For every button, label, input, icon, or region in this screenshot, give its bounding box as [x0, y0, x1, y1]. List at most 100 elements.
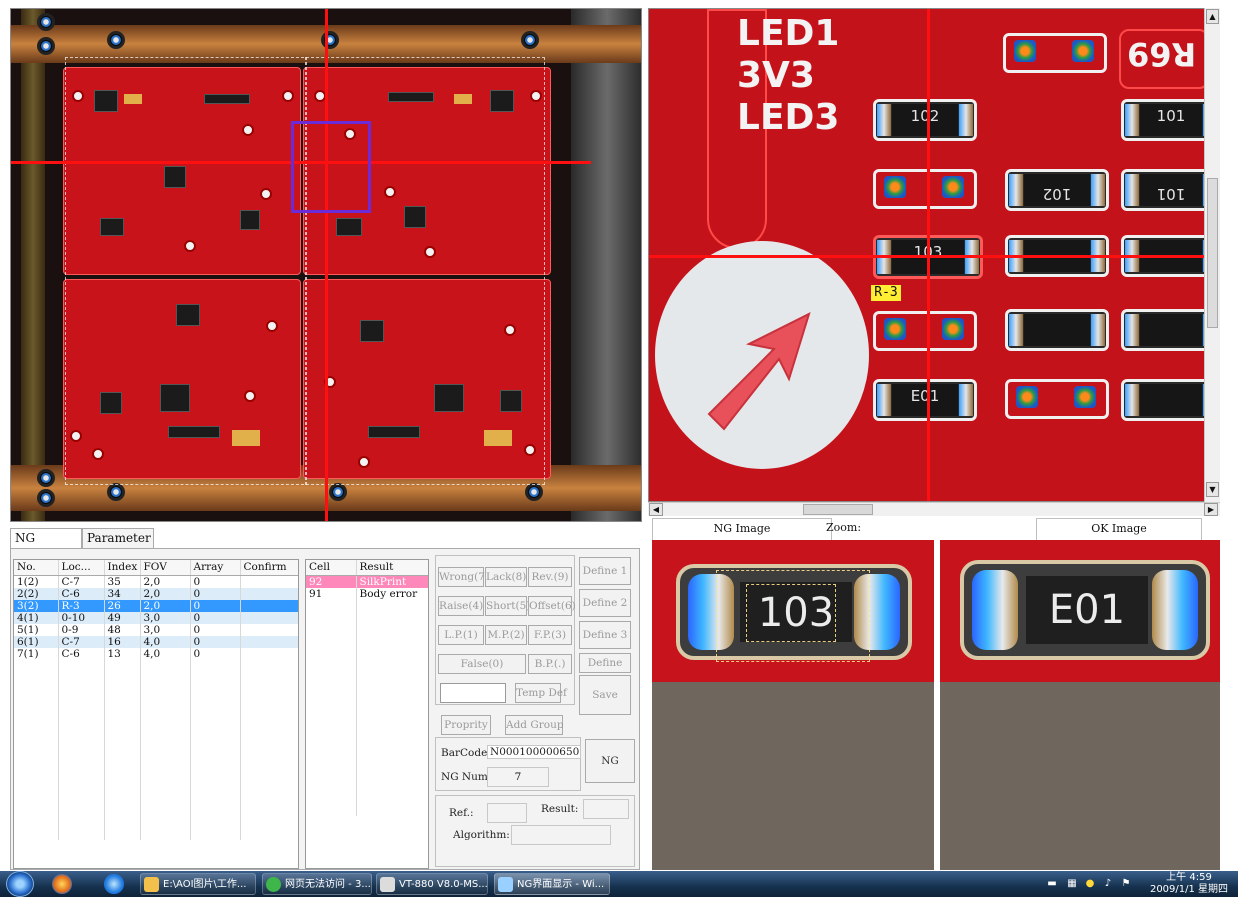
board-overview-image[interactable] — [10, 8, 642, 522]
raise-button[interactable]: Raise(4) — [438, 596, 484, 616]
component-102-rotated: 102 — [1005, 169, 1109, 211]
add-group-button[interactable]: Add Group — [505, 715, 564, 735]
temp-def-button[interactable]: Temp Def — [515, 683, 567, 703]
fiducial-mark — [37, 489, 55, 507]
cell-result-list[interactable]: Cell Result 92 SilkPrint 91 Body error — [305, 559, 429, 869]
scroll-right-icon[interactable]: ▶ — [1204, 503, 1218, 516]
short-button[interactable]: Short(5) — [485, 596, 530, 616]
clock[interactable]: 上午 4:59 2009/1/1 星期四 — [1142, 872, 1236, 896]
define-2-button[interactable]: Define 2 — [579, 589, 631, 617]
network-icon[interactable]: ▦ — [1066, 878, 1078, 890]
reference-tag: R-3 — [871, 285, 901, 301]
barcode-label: BarCode: — [441, 747, 491, 759]
save-button[interactable]: Save — [579, 675, 631, 715]
taskbar-item-vt880[interactable]: VT-880 V8.0-MS... — [376, 873, 488, 895]
tab-parameter[interactable]: Parameter — [82, 528, 154, 548]
define-3-button[interactable]: Define 3 — [579, 621, 631, 649]
arrow-mark-icon — [707, 312, 811, 431]
volume-icon[interactable]: ♪ — [1102, 878, 1114, 890]
browser-icon[interactable] — [104, 874, 124, 894]
scroll-left-icon[interactable]: ◀ — [649, 503, 663, 516]
column-header[interactable]: FOV — [140, 560, 191, 576]
proprity-button[interactable]: Proprity — [441, 715, 491, 735]
clock-date: 2009/1/1 星期四 — [1149, 884, 1229, 895]
crosshair-horizontal — [649, 255, 1217, 258]
rev-button[interactable]: Rev.(9) — [528, 567, 572, 587]
table-row-selected[interactable]: 92 SilkPrint — [306, 575, 428, 588]
scroll-up-icon[interactable]: ▲ — [1206, 9, 1219, 24]
column-header[interactable]: Confirm — [240, 560, 298, 576]
scroll-thumb[interactable] — [803, 504, 873, 515]
pad-pair — [873, 311, 977, 351]
table-row[interactable]: 4(1) 0-10 49 3,0 0 — [14, 611, 298, 624]
component — [1005, 309, 1109, 351]
crosshair-vertical — [325, 9, 328, 521]
ng-num-value: 7 — [487, 767, 549, 787]
crosshair-vertical — [927, 9, 930, 501]
scroll-down-icon[interactable]: ▼ — [1206, 482, 1219, 497]
taskbar-item-ng-display[interactable]: NG界面显示 - Wi... — [494, 873, 610, 895]
pad-pair — [1003, 33, 1107, 73]
zoom-label: Zoom: — [826, 521, 862, 534]
scroll-thumb[interactable] — [1207, 178, 1218, 328]
offset-button[interactable]: Offset(6) — [528, 596, 576, 616]
fiducial-mark — [37, 13, 55, 31]
column-header[interactable]: Result — [356, 560, 428, 576]
roi-selection-box[interactable] — [291, 121, 371, 213]
flag-icon[interactable]: ⚑ — [1120, 878, 1132, 890]
table-row[interactable]: 1(2) C-7 35 2,0 0 — [14, 575, 298, 588]
ok-component: E01 — [960, 560, 1210, 660]
start-button[interactable] — [6, 871, 34, 897]
fp-button[interactable]: F.P.(3) — [528, 625, 572, 645]
table-row[interactable]: 7(1) C-6 13 4,0 0 — [14, 647, 298, 660]
taskbar-item-browser[interactable]: 网页无法访问 - 3... — [262, 873, 372, 895]
table-row[interactable]: 6(1) C-7 16 4,0 0 — [14, 635, 298, 648]
taskbar-item-explorer[interactable]: E:\AOI图片\工作... — [140, 873, 256, 895]
wrong-button[interactable]: Wrong(7) — [438, 567, 489, 587]
bp-button[interactable]: B.P.(.) — [528, 654, 572, 674]
ng-num-label: NG Num: — [441, 771, 492, 783]
false-button[interactable]: False(0) — [438, 654, 526, 674]
column-header[interactable]: Cell — [306, 560, 357, 576]
temp-def-input[interactable] — [440, 683, 506, 703]
lack-button[interactable]: Lack(8) — [485, 567, 527, 587]
result-label: Result: — [541, 803, 579, 815]
column-header[interactable]: Loc... — [58, 560, 105, 576]
horizontal-scrollbar[interactable]: ◀ ▶ — [648, 502, 1220, 516]
ng-button[interactable]: NG — [585, 739, 635, 783]
column-header[interactable]: Array — [190, 560, 241, 576]
ng-image-label: NG Image — [652, 518, 832, 540]
ng-confirm-panel: No. Loc... Index FOV Array Confirm 1(2) C… — [10, 548, 640, 870]
fiducial-mark — [107, 31, 125, 49]
silk-label: 3V3 — [737, 55, 815, 96]
ng-list[interactable]: No. Loc... Index FOV Array Confirm 1(2) C… — [13, 559, 299, 869]
column-header[interactable]: Index — [104, 560, 141, 576]
tab-ng-confirm[interactable]: NG Confirm — [10, 528, 82, 564]
table-row[interactable]: 2(2) C-6 34 2,0 0 — [14, 587, 298, 600]
vertical-scrollbar[interactable]: ▲ ▼ — [1204, 8, 1220, 502]
window-icon — [498, 877, 513, 892]
pad-pair — [1005, 379, 1109, 419]
column-header[interactable]: No. — [14, 560, 59, 576]
pad-pair — [873, 169, 977, 209]
left-rail — [21, 9, 45, 521]
define-1-button[interactable]: Define 1 — [579, 557, 631, 585]
keyboard-icon[interactable]: ▬ — [1046, 878, 1058, 890]
algorithm-label: Algorithm: — [453, 829, 510, 841]
right-rail — [571, 9, 641, 521]
silk-label: R69 — [1127, 35, 1197, 73]
silk-label: LED3 — [737, 97, 840, 138]
mp-button[interactable]: M.P.(2) — [485, 625, 527, 645]
lp-button[interactable]: L.P.(1) — [438, 625, 484, 645]
ng-image-panel: 103 — [652, 540, 934, 870]
define-button[interactable]: Define — [579, 653, 631, 673]
ref-label: Ref.: — [449, 807, 474, 819]
result-field — [583, 799, 629, 819]
security-icon[interactable]: ● — [1084, 878, 1096, 890]
table-row[interactable]: 91 Body error — [306, 587, 428, 600]
table-row[interactable]: 5(1) 0-9 48 3,0 0 — [14, 623, 298, 636]
media-player-icon[interactable] — [52, 874, 72, 894]
zoom-image[interactable]: LED1 3V3 LED3 R69 102 102 101 101 103 R-… — [648, 8, 1218, 502]
table-row-selected[interactable]: 3(2) R-3 26 2,0 0 — [14, 599, 298, 612]
taskbar: E:\AOI图片\工作... 网页无法访问 - 3... VT-880 V8.0… — [0, 871, 1238, 897]
